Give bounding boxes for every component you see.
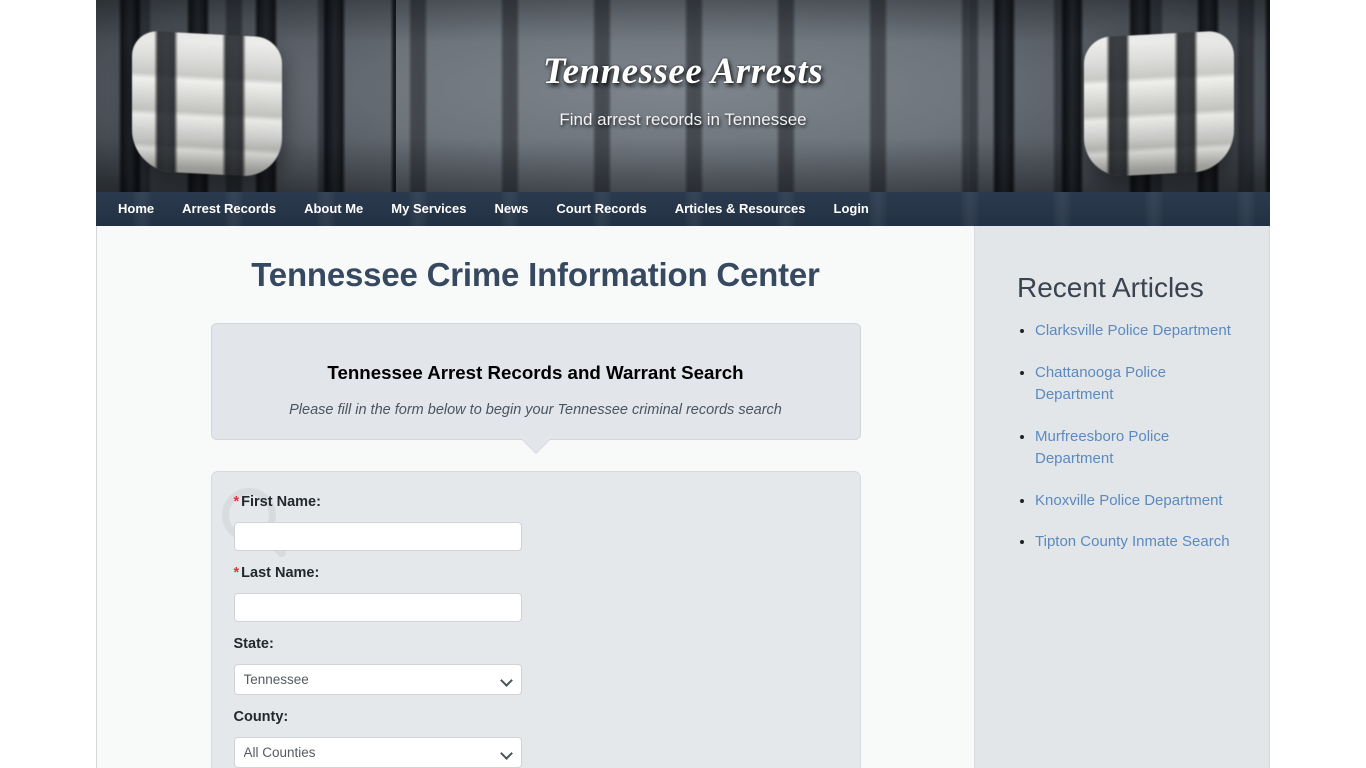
nav-item-login[interactable]: Login xyxy=(820,192,883,226)
nav-link-about-me[interactable]: About Me xyxy=(290,192,377,226)
sidebar-link-chattanooga[interactable]: Chattanooga Police Department xyxy=(1035,364,1166,404)
nav-link-arrest-records[interactable]: Arrest Records xyxy=(168,192,290,226)
arrest-search-form: * First Name: * Last Name: State: Tennesse… xyxy=(210,471,861,768)
nav-link-articles-resources[interactable]: Articles & Resources xyxy=(661,192,820,226)
list-item[interactable]: Clarksville Police Department xyxy=(1035,320,1243,343)
callout-subtext: Please fill in the form below to begin y… xyxy=(289,402,782,419)
sidebar-link-murfreesboro[interactable]: Murfreesboro Police Department xyxy=(1035,428,1169,468)
nav-item-about-me[interactable]: About Me xyxy=(290,192,377,226)
last-name-input[interactable] xyxy=(233,593,522,623)
first-name-input[interactable] xyxy=(233,522,522,552)
last-name-label: * Last Name: xyxy=(234,565,522,581)
state-select[interactable]: Tennessee xyxy=(233,664,522,696)
sidebar-link-clarksville[interactable]: Clarksville Police Department xyxy=(1035,322,1231,339)
nav-link-home[interactable]: Home xyxy=(104,192,168,226)
nav-link-news[interactable]: News xyxy=(480,192,542,226)
county-select[interactable]: All Counties xyxy=(233,737,522,768)
search-callout: Tennessee Arrest Records and Warrant Sea… xyxy=(210,323,861,454)
sidebar-link-knoxville[interactable]: Knoxville Police Department xyxy=(1035,492,1223,509)
site-title: Tennessee Arrests xyxy=(542,51,824,92)
list-item[interactable]: Chattanooga Police Department xyxy=(1035,362,1243,407)
list-item[interactable]: Murfreesboro Police Department xyxy=(1035,426,1243,471)
nav-item-court-records[interactable]: Court Records xyxy=(542,192,660,226)
field-county: County: All Counties xyxy=(233,709,522,768)
sidebar-link-tipton[interactable]: Tipton County Inmate Search xyxy=(1035,533,1230,550)
banner-text-block: Tennessee Arrests Find arrest records in… xyxy=(96,51,1270,130)
nav-link-my-services[interactable]: My Services xyxy=(377,192,480,226)
first-name-label: * First Name: xyxy=(234,494,522,510)
content-wrapper: Tennessee Crime Information Center Tenne… xyxy=(96,226,1270,768)
sidebar: Recent Articles Clarksville Police Depar… xyxy=(974,226,1269,768)
site-banner: Tennessee Arrests Find arrest records in… xyxy=(96,0,1270,192)
nav-item-arrest-records[interactable]: Arrest Records xyxy=(168,192,290,226)
page-root: Tennessee Arrests Find arrest records in… xyxy=(0,0,1366,768)
first-name-label-text: First Name: xyxy=(241,494,321,511)
callout-pointer xyxy=(521,439,550,454)
county-label: County: xyxy=(233,709,289,726)
page-title: Tennessee Crime Information Center xyxy=(251,256,820,293)
nav-link-court-records[interactable]: Court Records xyxy=(542,192,660,226)
state-select-wrapper: Tennessee xyxy=(233,664,522,696)
county-select-wrapper: All Counties xyxy=(233,737,522,768)
field-last-name: * Last Name: xyxy=(233,565,522,623)
main-navigation: Home Arrest Records About Me My Services… xyxy=(96,192,1270,226)
nav-item-articles-resources[interactable]: Articles & Resources xyxy=(661,192,820,226)
field-state: State: Tennessee xyxy=(233,636,522,696)
nav-list: Home Arrest Records About Me My Services… xyxy=(96,192,1270,226)
last-name-label-text: Last Name: xyxy=(241,565,320,582)
nav-link-login[interactable]: Login xyxy=(820,192,883,226)
list-item[interactable]: Knoxville Police Department xyxy=(1035,490,1243,513)
first-name-required-marker: * xyxy=(233,494,240,511)
site-tagline: Find arrest records in Tennessee xyxy=(559,109,807,129)
state-label: State: xyxy=(233,636,274,653)
field-first-name: * First Name: xyxy=(233,494,522,552)
recent-articles-list: Clarksville Police Department Chattanoog… xyxy=(1017,320,1243,554)
callout-heading: Tennessee Arrest Records and Warrant Sea… xyxy=(327,361,744,383)
list-item[interactable]: Tipton County Inmate Search xyxy=(1035,531,1243,554)
nav-item-news[interactable]: News xyxy=(480,192,542,226)
sidebar-title: Recent Articles xyxy=(1017,272,1204,303)
form-grid: * First Name: * Last Name: State: Tennesse… xyxy=(233,494,838,768)
nav-item-home[interactable]: Home xyxy=(104,192,168,226)
last-name-required-marker: * xyxy=(233,565,240,582)
nav-item-my-services[interactable]: My Services xyxy=(377,192,480,226)
main-column: Tennessee Crime Information Center Tenne… xyxy=(97,226,974,768)
